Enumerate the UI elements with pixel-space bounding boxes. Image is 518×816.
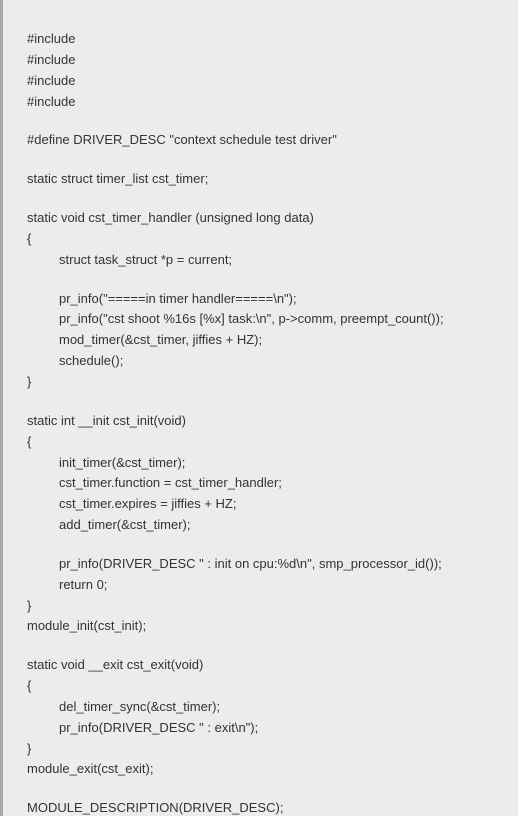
code-line: pr_info(DRIVER_DESC " : init on cpu:%d\n… (27, 555, 508, 574)
code-block: #include #include #include #include #def… (0, 0, 518, 816)
blank-line (27, 272, 508, 290)
code-line: { (27, 230, 508, 249)
code-line: static int __init cst_init(void) (27, 412, 508, 431)
code-line: #include (27, 93, 508, 112)
blank-line (27, 537, 508, 555)
code-line: { (27, 677, 508, 696)
code-line: pr_info("cst shoot %16s [%x] task:\n", p… (27, 310, 508, 329)
code-line: del_timer_sync(&cst_timer); (27, 698, 508, 717)
code-line: return 0; (27, 576, 508, 595)
code-line: pr_info("=====in timer handler=====\n"); (27, 290, 508, 309)
blank-line (27, 781, 508, 799)
code-line: #include (27, 30, 508, 49)
code-line: pr_info(DRIVER_DESC " : exit\n"); (27, 719, 508, 738)
code-line: static void cst_timer_handler (unsigned … (27, 209, 508, 228)
code-line: #include (27, 51, 508, 70)
code-line: mod_timer(&cst_timer, jiffies + HZ); (27, 331, 508, 350)
code-line: module_init(cst_init); (27, 617, 508, 636)
code-line: MODULE_DESCRIPTION(DRIVER_DESC); (27, 799, 508, 816)
code-line: #include (27, 72, 508, 91)
code-line: struct task_struct *p = current; (27, 251, 508, 270)
code-line: cst_timer.expires = jiffies + HZ; (27, 495, 508, 514)
code-line: } (27, 373, 508, 392)
code-line: static void __exit cst_exit(void) (27, 656, 508, 675)
blank-line (27, 113, 508, 131)
blank-line (27, 191, 508, 209)
blank-line (27, 638, 508, 656)
code-line: add_timer(&cst_timer); (27, 516, 508, 535)
blank-line (27, 394, 508, 412)
blank-line (27, 152, 508, 170)
code-line: init_timer(&cst_timer); (27, 454, 508, 473)
code-line: static struct timer_list cst_timer; (27, 170, 508, 189)
code-line: module_exit(cst_exit); (27, 760, 508, 779)
code-line: schedule(); (27, 352, 508, 371)
code-line: cst_timer.function = cst_timer_handler; (27, 474, 508, 493)
code-line: #define DRIVER_DESC "context schedule te… (27, 131, 508, 150)
code-line: } (27, 597, 508, 616)
code-line: } (27, 740, 508, 759)
code-line: { (27, 433, 508, 452)
